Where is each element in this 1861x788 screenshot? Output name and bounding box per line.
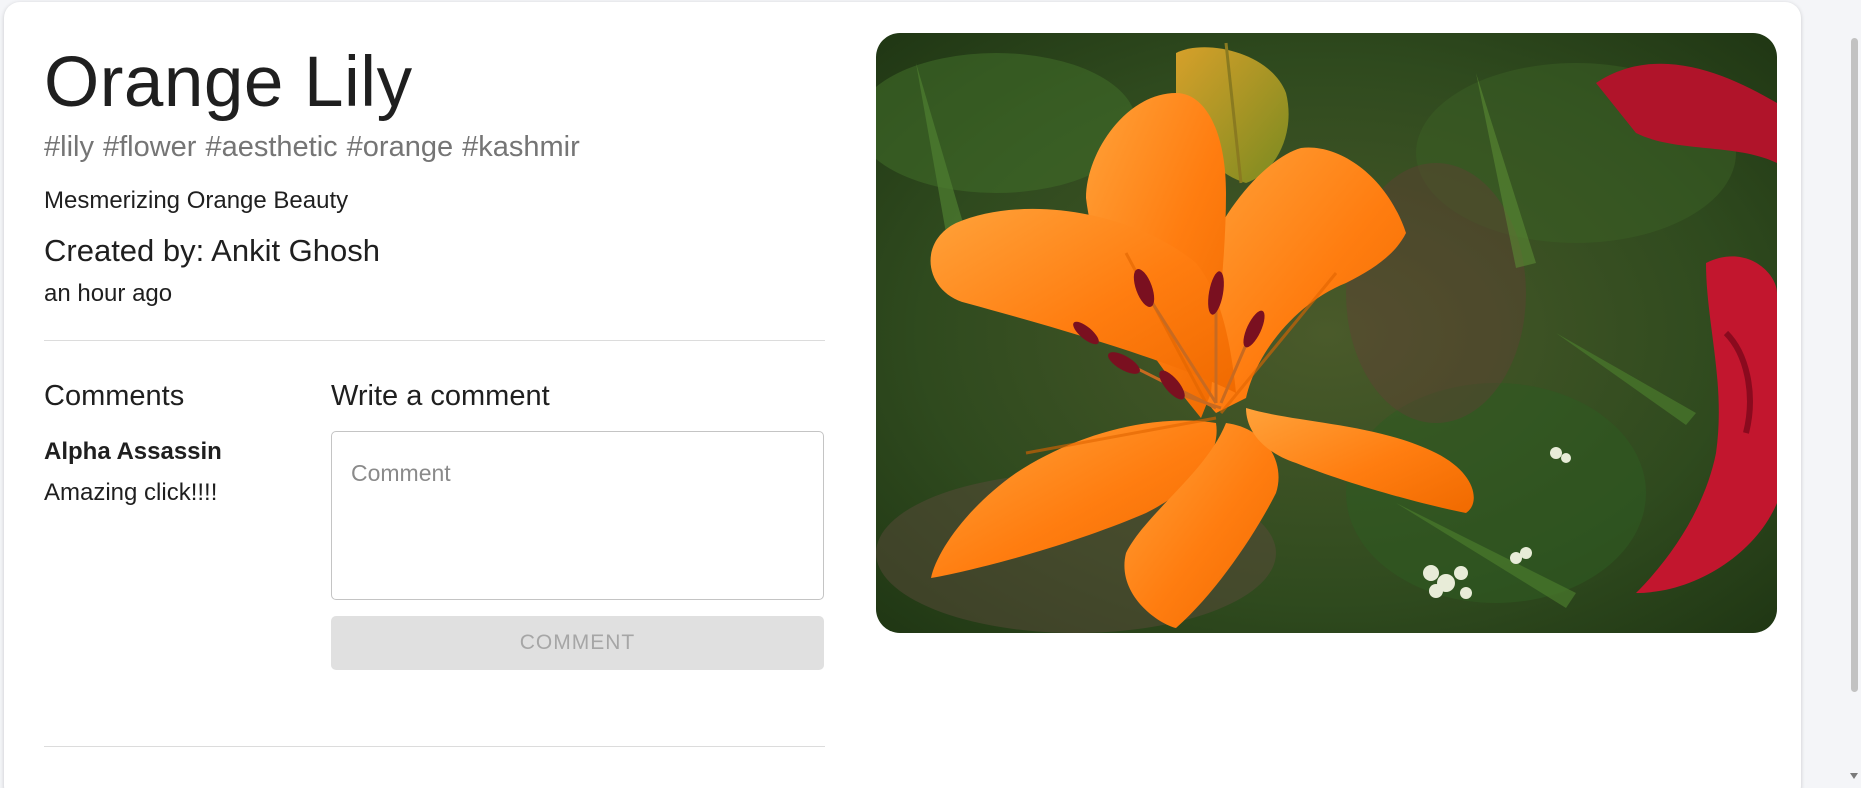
- post-creator: Created by: Ankit Ghosh: [44, 233, 381, 268]
- post-details-card: Orange Lily #lily #flower #aesthetic #orang…: [4, 2, 1801, 788]
- post-timestamp: an hour ago: [44, 280, 173, 307]
- tag: #flower: [102, 131, 197, 163]
- comment-list: Alpha Assassin Amazing click!!!!: [44, 438, 304, 517]
- write-comment-heading: Write a comment: [331, 380, 550, 412]
- comment-input[interactable]: [331, 431, 824, 600]
- divider: [44, 340, 825, 341]
- divider: [44, 746, 825, 747]
- page-scrollbar[interactable]: [1847, 0, 1861, 788]
- tag: #orange: [346, 131, 454, 163]
- comment-author: Alpha Assassin: [44, 438, 222, 465]
- post-title: Orange Lily: [44, 43, 413, 122]
- tag: #kashmir: [462, 131, 580, 163]
- post-message: Mesmerizing Orange Beauty: [44, 187, 349, 214]
- tag: #aesthetic: [205, 131, 338, 163]
- comment-submit-button[interactable]: COMMENT: [331, 616, 824, 670]
- comment-text: Amazing click!!!!: [44, 479, 218, 506]
- comments-heading: Comments: [44, 380, 185, 412]
- scrollbar-thumb[interactable]: [1851, 38, 1858, 692]
- tag: #lily: [44, 131, 94, 163]
- scroll-down-arrow-icon[interactable]: [1850, 773, 1858, 779]
- post-image: [876, 33, 1777, 633]
- post-tags: #lily #flower #aesthetic #orange #kashmir: [44, 130, 589, 164]
- orange-lily-photo-icon: [876, 33, 1777, 633]
- comment-item: Alpha Assassin Amazing click!!!!: [44, 438, 304, 507]
